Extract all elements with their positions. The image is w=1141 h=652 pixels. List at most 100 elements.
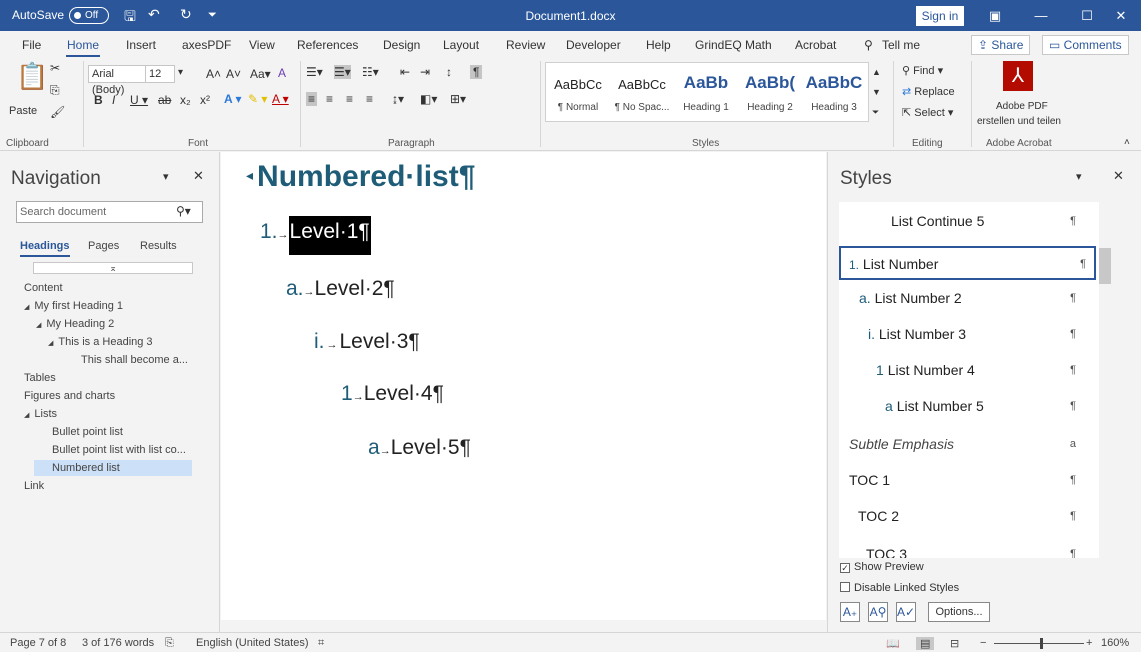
align-center-icon[interactable]: ≡	[326, 92, 333, 106]
style-toc-2[interactable]: TOC 2 ¶	[839, 500, 1096, 534]
zoom-slider[interactable]	[994, 643, 1084, 644]
font-size-dropdown-icon[interactable]: ▾	[178, 67, 183, 78]
tab-pages[interactable]: Pages	[88, 240, 119, 252]
zoom-level[interactable]: 160%	[1101, 637, 1129, 649]
list-item-level-2[interactable]: a.→Level·2¶	[286, 277, 395, 301]
print-layout-icon[interactable]: ▤	[916, 637, 935, 650]
tree-item-tables[interactable]: Tables	[24, 370, 56, 386]
language[interactable]: English (United States)	[196, 637, 309, 649]
tab-home[interactable]: Home	[65, 38, 101, 57]
document-heading[interactable]: ◂ Numbered·list¶	[246, 160, 475, 194]
style-heading-3[interactable]: AaBbC Heading 3	[802, 63, 866, 121]
tell-me-search[interactable]: Tell me	[882, 38, 920, 52]
clear-formatting-icon[interactable]: A	[278, 66, 286, 80]
tab-insert[interactable]: Insert	[126, 38, 156, 52]
borders-icon[interactable]: ⊞▾	[450, 92, 466, 106]
style-toc-1[interactable]: TOC 1 ¶	[839, 464, 1096, 498]
tree-item-this-shall-become[interactable]: This shall become a...	[81, 352, 188, 368]
ribbon-display-options-icon[interactable]: ▣	[972, 0, 1018, 31]
grow-font-icon[interactable]: A˄	[206, 67, 221, 81]
zoom-in-icon[interactable]: +	[1086, 637, 1092, 649]
tree-item-figures-and-charts[interactable]: Figures and charts	[24, 388, 115, 404]
list-item-level-4[interactable]: 1→Level·4¶	[341, 382, 444, 406]
find-button[interactable]: ⚲ Find ▾	[902, 64, 943, 77]
select-button[interactable]: ⇱ Select ▾	[902, 106, 953, 119]
style-subtle-emphasis[interactable]: Subtle Emphasis a	[839, 428, 1096, 462]
manage-styles-icon[interactable]: A✓	[896, 602, 916, 622]
strikethrough-icon[interactable]: ab	[158, 93, 171, 107]
tab-layout[interactable]: Layout	[443, 38, 479, 52]
style-heading-1[interactable]: AaBb Heading 1	[674, 63, 738, 121]
collapse-arrow-icon[interactable]: ◢	[24, 412, 29, 419]
tab-developer[interactable]: Developer	[566, 38, 621, 52]
font-size-box[interactable]: 12	[145, 65, 175, 83]
numbering-icon[interactable]: ☰▾	[334, 65, 351, 79]
redo-icon[interactable]: ↻	[180, 6, 192, 23]
undo-icon[interactable]: ↶	[148, 6, 160, 23]
cut-icon[interactable]: ✂	[50, 61, 60, 75]
paste-icon[interactable]: 📋	[16, 61, 48, 92]
style-list-number-2[interactable]: a. List Number 2 ¶	[839, 282, 1096, 316]
collapse-all-bar[interactable]: ⌅	[33, 262, 193, 274]
replace-button[interactable]: ⇄ Replace	[902, 85, 955, 98]
search-document-input[interactable]: Search document	[16, 201, 203, 223]
decrease-indent-icon[interactable]: ⇤	[400, 65, 410, 79]
style-list-scrollbar[interactable]	[1099, 202, 1111, 558]
bold-icon[interactable]: B	[94, 93, 103, 107]
read-mode-icon[interactable]: 📖	[886, 637, 900, 650]
tab-references[interactable]: References	[297, 38, 358, 52]
close-icon[interactable]: ✕	[1113, 168, 1124, 184]
style-inspector-icon[interactable]: A⚲	[868, 602, 888, 622]
save-icon[interactable]: 🖫	[124, 6, 136, 30]
minimize-icon[interactable]: —	[1018, 0, 1064, 31]
align-left-icon[interactable]: ≡	[306, 92, 318, 106]
collapse-arrow-icon[interactable]: ◢	[48, 340, 53, 347]
sign-in-button[interactable]: Sign in	[916, 6, 964, 26]
superscript-icon[interactable]: x²	[200, 93, 210, 107]
shading-icon[interactable]: ◧▾	[420, 92, 437, 106]
style-list-number-5[interactable]: a List Number 5 ¶	[839, 390, 1096, 424]
list-item-level-1[interactable]: 1.→Level·1¶	[260, 216, 371, 255]
scrollbar-thumb[interactable]	[1099, 248, 1111, 284]
pane-options-icon[interactable]: ▾	[1076, 170, 1082, 183]
search-icon[interactable]: ⚲	[864, 38, 873, 52]
subscript-icon[interactable]: x₂	[180, 93, 191, 107]
search-icon[interactable]: ⚲▾	[176, 204, 191, 218]
show-preview-checkbox[interactable]: ✓ Show Preview	[840, 561, 924, 573]
increase-indent-icon[interactable]: ⇥	[420, 65, 430, 79]
tree-item-bullet-point-list[interactable]: Bullet point list	[52, 424, 123, 440]
highlight-color-icon[interactable]: ✎ ▾	[248, 92, 267, 106]
close-icon[interactable]: ✕	[193, 168, 204, 184]
tab-results[interactable]: Results	[140, 240, 177, 252]
adobe-pdf-label-line2[interactable]: erstellen und teilen	[977, 116, 1061, 127]
style-list-number-3[interactable]: i. List Number 3 ¶	[839, 318, 1096, 352]
zoom-slider-thumb[interactable]	[1040, 638, 1043, 649]
copy-icon[interactable]: ⎘	[50, 83, 60, 98]
style-list-continue-5[interactable]: List Continue 5 ¶	[839, 205, 1096, 239]
customize-qat-icon[interactable]: ⏷	[208, 9, 217, 22]
tree-item-my-heading-2[interactable]: ◢ My Heading 2	[36, 316, 114, 332]
tree-item-this-is-a-heading-3[interactable]: ◢ This is a Heading 3	[48, 334, 153, 350]
style-list-number[interactable]: 1. List Number ¶	[839, 246, 1096, 280]
underline-icon[interactable]: U ▾	[130, 93, 148, 107]
adobe-pdf-icon[interactable]: ⅄	[1003, 61, 1033, 91]
style-list-number-4[interactable]: 1 List Number 4 ¶	[839, 354, 1096, 388]
tree-item-content[interactable]: Content	[24, 280, 63, 296]
tab-acrobat[interactable]: Acrobat	[795, 38, 836, 52]
align-right-icon[interactable]: ≡	[346, 92, 353, 106]
style-toc-3[interactable]: TOC 3 ¶	[839, 538, 1096, 558]
tab-view[interactable]: View	[249, 38, 275, 52]
gallery-scroll-down-icon[interactable]: ▼	[872, 87, 881, 97]
close-icon[interactable]: ✕	[1098, 0, 1141, 31]
tab-help[interactable]: Help	[646, 38, 671, 52]
style-no-spacing[interactable]: AaBbCc ¶ No Spac...	[610, 63, 674, 121]
bullets-icon[interactable]: ☰▾	[306, 65, 323, 79]
font-name-box[interactable]: Arial (Body)	[88, 65, 146, 96]
adobe-pdf-label[interactable]: Adobe PDF	[996, 101, 1048, 112]
list-item-level-5[interactable]: a→Level·5¶	[368, 436, 471, 460]
web-layout-icon[interactable]: ⊟	[950, 637, 959, 650]
tab-axespdf[interactable]: axesPDF	[182, 38, 231, 52]
zoom-out-icon[interactable]: −	[980, 637, 986, 649]
horizontal-scrollbar[interactable]	[221, 620, 826, 632]
collapse-ribbon-icon[interactable]: ˄	[1124, 137, 1130, 148]
